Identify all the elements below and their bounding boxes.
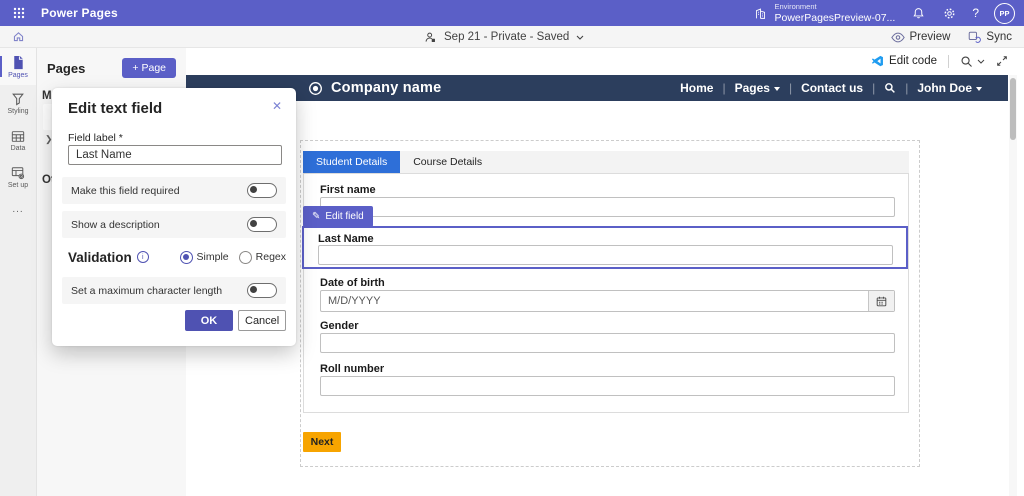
notifications-bell-icon[interactable]: [910, 5, 926, 21]
canvas-zoom-dropdown[interactable]: [960, 55, 985, 68]
description-toggle-row: Show a description: [62, 211, 286, 238]
nav-home[interactable]: Home: [680, 81, 713, 95]
sync-icon: [968, 31, 981, 44]
radio-regex-control[interactable]: [239, 251, 252, 264]
eye-icon: [891, 32, 905, 43]
pages-panel-title: Pages: [47, 61, 85, 76]
calendar-picker-button[interactable]: [868, 291, 894, 311]
environment-icon: [753, 5, 769, 21]
roll-number-label: Roll number: [320, 363, 384, 375]
fullscreen-expand-icon[interactable]: [996, 55, 1008, 67]
site-nav: Home | Pages | Contact us | | John Doe: [680, 81, 982, 95]
canvas-scrollbar: [1009, 75, 1017, 496]
info-icon[interactable]: [137, 251, 149, 263]
site-status-dropdown[interactable]: Sep 21 - Private - Saved: [424, 26, 584, 48]
last-name-input[interactable]: [318, 245, 893, 265]
last-name-field-selected[interactable]: Last Name: [302, 226, 908, 269]
help-button[interactable]: ?: [972, 6, 979, 20]
nav-user-menu[interactable]: John Doe: [917, 81, 982, 95]
sidebar-item-setup[interactable]: Set up: [0, 159, 36, 196]
scrollbar-thumb[interactable]: [1010, 78, 1016, 140]
home-icon[interactable]: [12, 30, 25, 43]
gender-label: Gender: [320, 320, 359, 332]
close-icon[interactable]: ✕: [272, 99, 282, 113]
environment-label: Environment: [775, 3, 896, 11]
sync-button[interactable]: Sync: [968, 31, 1012, 44]
max-length-toggle[interactable]: [247, 283, 277, 298]
command-bar: Sep 21 - Private - Saved Preview Sync: [0, 26, 1024, 48]
next-button[interactable]: Next: [303, 432, 341, 452]
field-label-input[interactable]: [68, 145, 282, 165]
description-toggle[interactable]: [247, 217, 277, 232]
tab-student-details[interactable]: Student Details: [303, 151, 400, 173]
radio-simple[interactable]: Simple: [180, 251, 229, 264]
person-private-icon: [424, 31, 437, 44]
chevron-down-icon: [976, 87, 982, 91]
max-length-toggle-row: Set a maximum character length: [62, 277, 286, 304]
tab-course-details[interactable]: Course Details: [400, 151, 495, 173]
validation-label: Validation: [68, 250, 132, 265]
site-header: Company name Home | Pages | Contact us |…: [186, 75, 1008, 101]
last-name-label: Last Name: [318, 233, 374, 245]
site-status-text: Sep 21 - Private - Saved: [444, 31, 569, 43]
company-name: Company name: [331, 80, 441, 96]
required-toggle[interactable]: [247, 183, 277, 198]
edit-field-button[interactable]: ✎ Edit field: [303, 206, 373, 227]
zoom-magnifier-icon: [960, 55, 973, 68]
top-app-bar: Power Pages Environment PowerPagesPrevie…: [0, 0, 1024, 26]
preview-button[interactable]: Preview: [891, 31, 951, 43]
sidebar-item-pages[interactable]: Pages: [0, 48, 36, 85]
form-fields-container: First name Date of birth Gender Roll num…: [303, 173, 909, 413]
toolbar-divider: [948, 55, 949, 68]
canvas-toolbar: Edit code: [186, 48, 1024, 74]
chevron-down-icon: [576, 33, 584, 41]
app-title: Power Pages: [41, 6, 118, 20]
form-step-tabs: Student Details Course Details: [303, 151, 909, 173]
data-table-icon: [11, 130, 25, 143]
ok-button[interactable]: OK: [185, 310, 233, 331]
radio-simple-control[interactable]: [180, 251, 193, 264]
chevron-down-icon: [774, 87, 780, 91]
add-page-button[interactable]: + Page: [122, 58, 176, 78]
sidebar-more-button[interactable]: ...: [0, 196, 36, 222]
multistep-form-section[interactable]: Student Details Course Details First nam…: [300, 140, 920, 467]
user-avatar[interactable]: PP: [994, 3, 1015, 24]
waffle-menu-icon[interactable]: [9, 3, 29, 23]
company-logo-icon: [308, 81, 323, 96]
sidebar-item-data[interactable]: Data: [0, 122, 36, 159]
nav-pages-dropdown[interactable]: Pages: [735, 81, 780, 95]
field-label-label: Field label *: [68, 132, 123, 144]
power-pages-studio: Power Pages Environment PowerPagesPrevie…: [0, 0, 1024, 496]
gender-input[interactable]: [320, 333, 895, 353]
pages-icon: [11, 55, 25, 70]
required-toggle-row: Make this field required: [62, 177, 286, 204]
date-of-birth-field: [320, 290, 895, 312]
sidebar-item-styling[interactable]: Styling: [0, 85, 36, 122]
cancel-button[interactable]: Cancel: [238, 310, 286, 331]
first-name-label: First name: [320, 184, 376, 196]
pencil-icon: ✎: [312, 211, 320, 222]
environment-name: PowerPagesPreview-07...: [775, 13, 896, 24]
edit-code-button[interactable]: Edit code: [871, 55, 937, 68]
nav-contact-us[interactable]: Contact us: [801, 81, 863, 95]
dialog-title: Edit text field: [68, 100, 162, 117]
site-search-icon[interactable]: [884, 82, 896, 94]
date-of-birth-label: Date of birth: [320, 277, 385, 289]
date-of-birth-input[interactable]: [321, 291, 868, 311]
edit-text-field-dialog: Edit text field ✕ Field label * Make thi…: [52, 88, 296, 346]
site-page: Student Details Course Details First nam…: [186, 101, 1008, 496]
vscode-icon: [871, 55, 884, 68]
styling-icon: [11, 92, 25, 106]
chevron-down-icon: [977, 59, 985, 64]
design-canvas: Edit code Company name Home | Pages | C: [186, 48, 1024, 496]
settings-gear-icon[interactable]: [941, 5, 957, 21]
roll-number-input[interactable]: [320, 376, 895, 396]
environment-picker[interactable]: Environment PowerPagesPreview-07...: [753, 3, 896, 23]
left-nav-rail: Pages Styling Data Set up ...: [0, 48, 36, 496]
validation-row: Validation Simple Regex: [68, 245, 286, 269]
radio-regex[interactable]: Regex: [239, 251, 286, 264]
setup-icon: [11, 166, 25, 180]
first-name-input[interactable]: [320, 197, 895, 217]
